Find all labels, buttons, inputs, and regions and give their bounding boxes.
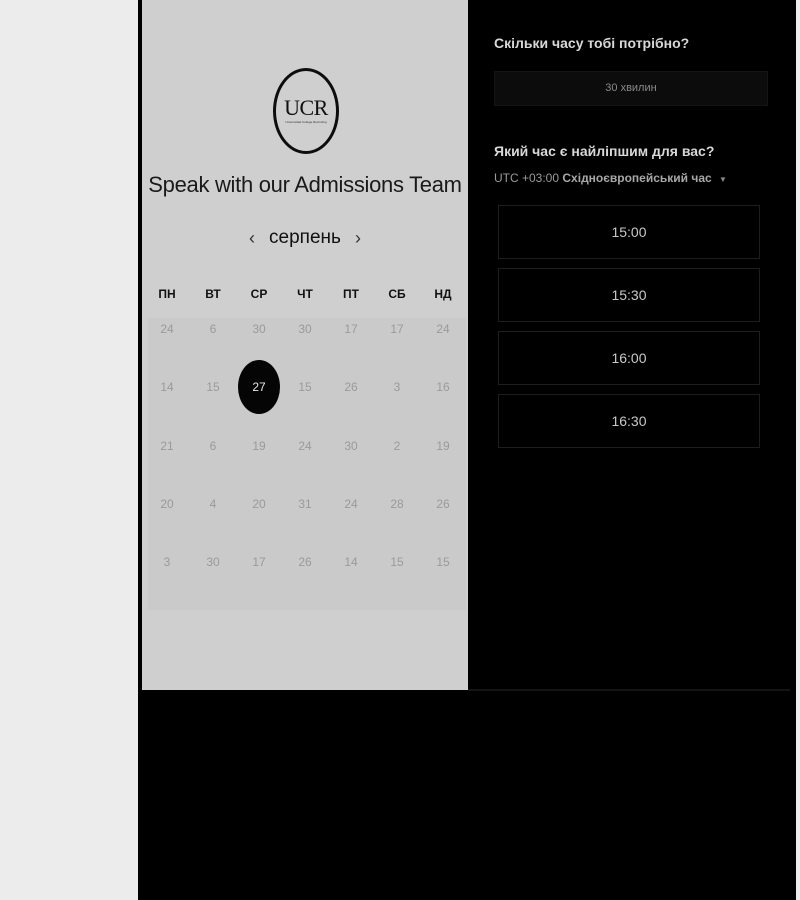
- weekday-label: СБ: [388, 287, 406, 301]
- calendar-day[interactable]: 2: [377, 426, 417, 466]
- calendar-day[interactable]: 20: [147, 484, 187, 524]
- calendar-day[interactable]: 26: [285, 542, 325, 582]
- weekday-label: ВТ: [205, 287, 221, 301]
- calendar-day[interactable]: 21: [147, 426, 187, 466]
- divider: [468, 689, 790, 691]
- calendar-day[interactable]: 15: [377, 542, 417, 582]
- time-slot[interactable]: 15:00: [498, 205, 760, 259]
- time-slot[interactable]: 16:30: [498, 394, 760, 448]
- weekday-label: НД: [434, 287, 452, 301]
- month-navigation: ‹ серпень ›: [142, 224, 468, 252]
- weekday-label: ПТ: [343, 287, 359, 301]
- calendar-day[interactable]: 6: [193, 426, 233, 466]
- time-slot[interactable]: 15:30: [498, 268, 760, 322]
- calendar-day[interactable]: 16: [423, 367, 463, 407]
- month-label: серпень: [269, 227, 341, 248]
- calendar-day[interactable]: 24: [423, 309, 463, 349]
- calendar-day[interactable]: 6: [193, 309, 233, 349]
- calendar-day[interactable]: 24: [147, 309, 187, 349]
- booking-panel: UCR Universidad College Recruiting Speak…: [142, 0, 468, 690]
- calendar-day[interactable]: 24: [285, 426, 325, 466]
- timezone-name: Східноєвропейський час: [562, 171, 712, 185]
- calendar-day[interactable]: 19: [239, 426, 279, 466]
- calendar-day[interactable]: 28: [377, 484, 417, 524]
- calendar-day[interactable]: 30: [331, 426, 371, 466]
- calendar-day[interactable]: 17: [331, 309, 371, 349]
- calendar-day[interactable]: 17: [377, 309, 417, 349]
- calendar-day[interactable]: 30: [193, 542, 233, 582]
- chevron-right-icon[interactable]: ›: [355, 224, 361, 252]
- weekday-label: СР: [250, 287, 268, 301]
- calendar-day[interactable]: 30: [285, 309, 325, 349]
- calendar-day[interactable]: 15: [423, 542, 463, 582]
- duration-heading: Скільки часу тобі потрібно?: [494, 35, 690, 51]
- calendar-grid: 24 6 30 30 17 17 24 14 15 27 15 26 3 16 21 6 19 24 30 2 19 20…: [148, 318, 466, 610]
- calendar-day[interactable]: 24: [331, 484, 371, 524]
- duration-select[interactable]: 30 хвилин: [494, 71, 768, 106]
- calendar-day[interactable]: 26: [331, 367, 371, 407]
- weekday-label: ЧТ: [297, 287, 313, 301]
- logo-text: UCR: [284, 95, 328, 120]
- calendar-day[interactable]: 20: [239, 484, 279, 524]
- left-gutter: [0, 0, 138, 900]
- calendar-day[interactable]: 26: [423, 484, 463, 524]
- calendar-day[interactable]: 17: [239, 542, 279, 582]
- time-slot[interactable]: 16:00: [498, 331, 760, 385]
- calendar-day[interactable]: 30: [239, 309, 279, 349]
- right-edge: [796, 0, 800, 900]
- weekday-header: ПН ВТ СР ЧТ ПТ СБ НД: [142, 287, 468, 305]
- calendar-day[interactable]: 31: [285, 484, 325, 524]
- calendar-day[interactable]: 3: [147, 542, 187, 582]
- calendar-day[interactable]: 3: [377, 367, 417, 407]
- calendar-day[interactable]: 4: [193, 484, 233, 524]
- calendar-day[interactable]: 14: [147, 367, 187, 407]
- ucr-logo: UCR Universidad College Recruiting: [273, 68, 339, 154]
- calendar-day[interactable]: 14: [331, 542, 371, 582]
- logo-subtext: Universidad College Recruiting: [285, 120, 327, 124]
- calendar-day[interactable]: 15: [193, 367, 233, 407]
- panel-title: Speak with our Admissions Team: [148, 172, 462, 197]
- caret-down-icon: ▼: [719, 175, 727, 184]
- timezone-offset: UTC +03:00: [494, 171, 560, 185]
- selected-day[interactable]: 27: [238, 360, 280, 414]
- calendar-day[interactable]: 15: [285, 367, 325, 407]
- weekday-label: ПН: [158, 287, 176, 301]
- time-heading: Який час є найліпшим для вас?: [494, 143, 715, 159]
- chevron-left-icon[interactable]: ‹: [249, 224, 255, 252]
- calendar-day[interactable]: 19: [423, 426, 463, 466]
- timezone-selector[interactable]: UTC +03:00 Східноєвропейський час ▼: [494, 171, 727, 185]
